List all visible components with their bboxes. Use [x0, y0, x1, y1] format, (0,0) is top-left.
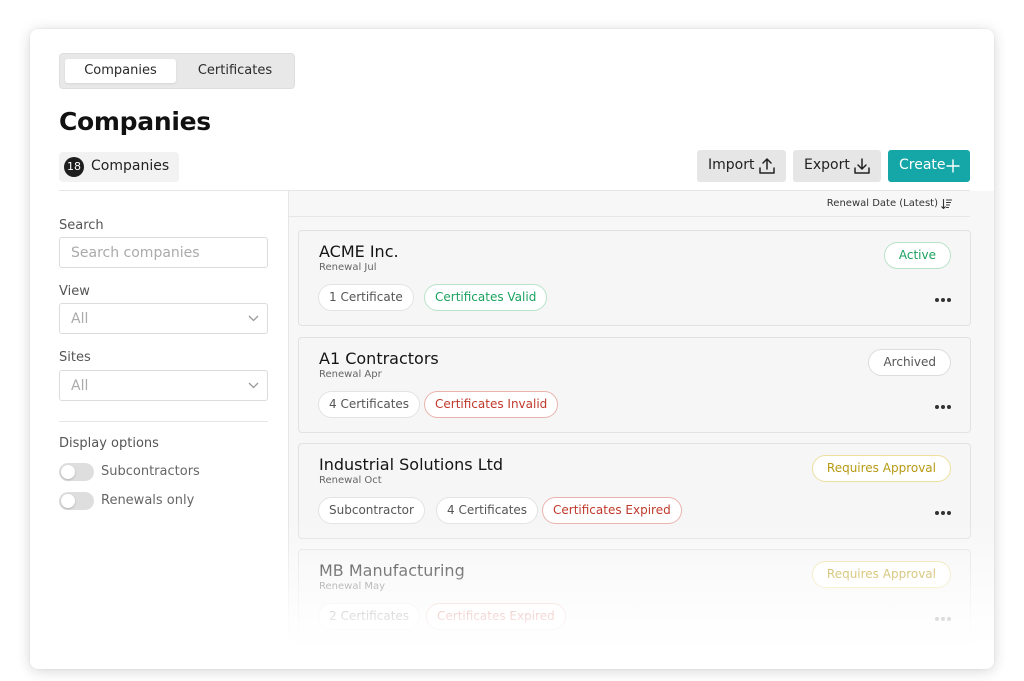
- company-count-label: Companies: [91, 158, 170, 174]
- certificate-status-tag: Certificates Expired: [426, 603, 566, 630]
- company-card[interactable]: Industrial Solutions Ltd Renewal Oct Sub…: [298, 443, 971, 539]
- certificate-count-tag: 4 Certificates: [318, 391, 421, 418]
- more-horizontal-icon[interactable]: [935, 510, 951, 516]
- certificate-status-tag: Certificates Expired: [542, 497, 682, 524]
- certificate-count-tag: 2 Certificates: [318, 603, 421, 630]
- subcontractor-tag: Subcontractor: [318, 497, 425, 524]
- plus-icon: [946, 159, 960, 173]
- tab-certificates[interactable]: Certificates: [180, 59, 290, 83]
- renewals-only-toggle[interactable]: [59, 492, 94, 510]
- company-count-badge: 18: [64, 157, 84, 177]
- renewal-date: Renewal May: [319, 581, 386, 592]
- renewal-date: Renewal Apr: [319, 369, 382, 380]
- app-window: Companies Certificates Companies 18 Comp…: [30, 29, 994, 669]
- tab-companies[interactable]: Companies: [65, 59, 176, 83]
- toggle-knob: [61, 465, 75, 479]
- renewal-date: Renewal Jul: [319, 262, 377, 273]
- more-horizontal-icon[interactable]: [935, 297, 951, 303]
- company-card[interactable]: ACME Inc. Renewal Jul 1 Certificate Cert…: [298, 230, 971, 326]
- sites-label: Sites: [59, 350, 91, 365]
- toggle-knob: [61, 494, 75, 508]
- upload-icon: [759, 158, 775, 174]
- search-label: Search: [59, 218, 104, 233]
- status-badge: Requires Approval: [811, 455, 951, 482]
- certificate-count-tag: 1 Certificate: [318, 284, 414, 311]
- company-card[interactable]: A1 Contractors Renewal Apr 4 Certificate…: [298, 337, 971, 433]
- chevron-down-icon: [248, 382, 259, 389]
- display-options-label: Display options: [59, 436, 159, 451]
- download-icon: [854, 158, 870, 174]
- view-label: View: [59, 284, 90, 299]
- company-name: MB Manufacturing: [319, 561, 465, 580]
- page-title: Companies: [59, 107, 211, 136]
- company-name: ACME Inc.: [319, 242, 399, 261]
- company-count-chip: 18 Companies: [59, 152, 179, 182]
- company-name: Industrial Solutions Ltd: [319, 455, 504, 474]
- sort-dropdown[interactable]: Renewal Date (Latest): [827, 198, 938, 209]
- view-select[interactable]: All: [59, 303, 268, 334]
- company-card[interactable]: MB Manufacturing Renewal May 2 Certifica…: [298, 549, 971, 645]
- chevron-down-icon: [248, 315, 259, 322]
- export-button-label: Export: [804, 157, 850, 173]
- status-badge: Requires Approval: [811, 561, 951, 588]
- more-horizontal-icon[interactable]: [935, 616, 951, 622]
- certificate-status-tag: Certificates Invalid: [424, 391, 559, 418]
- more-horizontal-icon[interactable]: [935, 404, 951, 410]
- sites-select-value: All: [71, 378, 89, 394]
- renewals-only-toggle-label: Renewals only: [101, 493, 195, 508]
- sidebar-divider: [59, 421, 268, 422]
- status-badge: Archived: [868, 349, 951, 376]
- renewal-date: Renewal Oct: [319, 475, 382, 486]
- export-button[interactable]: Export: [793, 150, 881, 182]
- subcontractors-toggle[interactable]: [59, 463, 94, 481]
- status-badge: Active: [883, 242, 951, 269]
- import-button[interactable]: Import: [697, 150, 786, 182]
- view-select-value: All: [71, 311, 89, 327]
- certificate-status-tag: Certificates Valid: [424, 284, 548, 311]
- company-list: Renewal Date (Latest) ACME Inc. Renewal …: [289, 191, 994, 669]
- search-input[interactable]: [59, 237, 268, 268]
- subcontractors-toggle-label: Subcontractors: [101, 464, 200, 479]
- sort-descending-icon[interactable]: [941, 199, 952, 209]
- sites-select[interactable]: All: [59, 370, 268, 401]
- create-button[interactable]: Create: [888, 150, 970, 182]
- create-button-label: Create: [899, 157, 946, 173]
- sort-bar: Renewal Date (Latest): [289, 191, 970, 217]
- tab-bar: Companies Certificates: [59, 53, 295, 89]
- certificate-count-tag: 4 Certificates: [436, 497, 539, 524]
- company-name: A1 Contractors: [319, 349, 439, 368]
- import-button-label: Import: [708, 157, 755, 173]
